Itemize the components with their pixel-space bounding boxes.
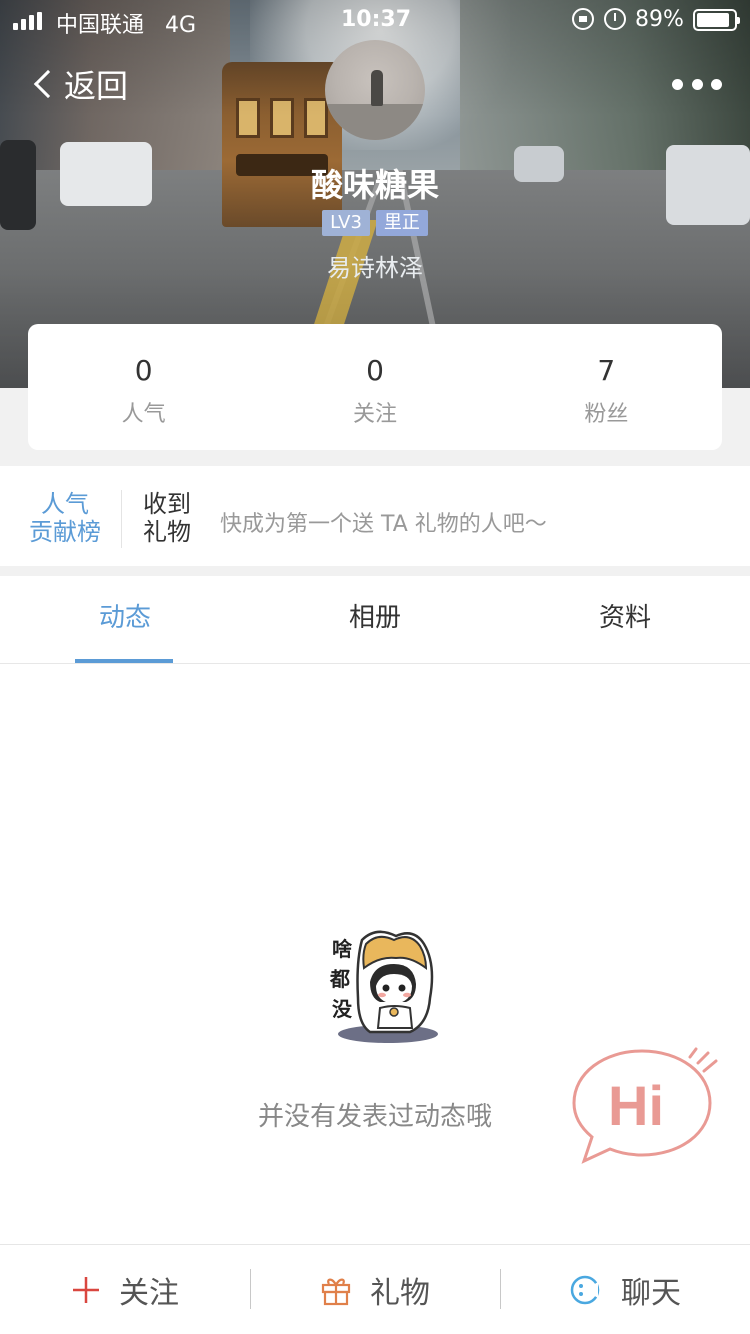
status-time: 10:37 — [341, 7, 412, 32]
rank-link-line: 贡献榜 — [29, 518, 101, 546]
contribution-rank-link[interactable]: 人气 贡献榜 — [28, 490, 102, 546]
stat-following[interactable]: 0 关注 — [259, 324, 490, 450]
hi-chat-bubble[interactable]: Hi — [570, 1045, 720, 1165]
chat-icon — [570, 1275, 600, 1304]
section-divider — [0, 566, 750, 576]
back-button[interactable]: 返回 — [30, 62, 128, 106]
status-bar: 中国联通 4G 10:37 89% — [0, 0, 750, 40]
battery-icon — [693, 9, 740, 31]
follow-label: 关注 — [119, 1275, 179, 1311]
follow-button[interactable]: 关注 — [0, 1245, 250, 1334]
stat-label: 人气 — [121, 402, 166, 427]
gift-label: 礼物 — [370, 1275, 430, 1311]
nickname: 酸味糖果 — [310, 166, 439, 204]
rotation-lock-icon — [572, 8, 594, 30]
hi-text: Hi — [608, 1074, 664, 1137]
chat-label: 聊天 — [621, 1275, 681, 1311]
more-dot-icon — [672, 78, 683, 90]
tab-feed[interactable]: 动态 — [0, 576, 250, 663]
stat-value: 0 — [366, 354, 384, 387]
more-dot-icon — [711, 78, 722, 90]
plus-icon — [73, 1276, 99, 1303]
tab-profile-info[interactable]: 资料 — [500, 576, 750, 663]
badges: LV3 里正 — [0, 210, 750, 236]
rank-link-line: 人气 — [41, 490, 89, 518]
tab-bar: 动态 相册 资料 — [0, 576, 750, 664]
chevron-left-icon — [33, 69, 63, 99]
divider — [121, 490, 122, 548]
gift-hint: 快成为第一个送 TA 礼物的人吧～ — [220, 512, 547, 537]
received-line: 礼物 — [143, 518, 191, 546]
back-label: 返回 — [64, 67, 129, 105]
stat-fans[interactable]: 7 粉丝 — [491, 324, 722, 450]
received-line: 收到 — [143, 490, 191, 518]
stat-popularity[interactable]: 0 人气 — [28, 324, 259, 450]
stat-value: 0 — [134, 354, 153, 387]
more-dot-icon — [691, 78, 703, 90]
received-gifts-label: 收到 礼物 — [143, 490, 195, 546]
rank-badge: 里正 — [375, 210, 428, 236]
bottom-action-bar: 关注 礼物 聊天 — [0, 1244, 750, 1334]
more-options-button[interactable] — [672, 72, 722, 96]
stat-value: 7 — [597, 354, 616, 387]
battery-percent: 89% — [635, 7, 684, 32]
alarm-icon — [604, 8, 626, 30]
tab-album[interactable]: 相册 — [250, 576, 500, 663]
stat-label: 关注 — [352, 402, 397, 427]
gift-section: 人气 贡献榜 收到 礼物 快成为第一个送 TA 礼物的人吧～ — [0, 466, 750, 566]
gift-icon — [321, 1278, 351, 1305]
sticker-char: 啥 — [332, 937, 353, 961]
avatar[interactable] — [325, 40, 425, 140]
sub-name: 易诗林泽 — [327, 254, 423, 282]
stats-card: 0 人气 0 关注 7 粉丝 — [28, 324, 722, 450]
chat-button[interactable]: 聊天 — [500, 1245, 750, 1334]
network-type: 4G — [165, 13, 197, 38]
level-badge: LV3 — [322, 210, 370, 236]
empty-sticker-image: 啥 都 没 — [329, 930, 438, 1043]
sticker-char: 没 — [332, 997, 353, 1021]
gift-button[interactable]: 礼物 — [250, 1245, 500, 1334]
carrier-name: 中国联通 — [56, 13, 145, 38]
stat-label: 粉丝 — [584, 402, 629, 427]
sticker-char: 都 — [329, 967, 350, 991]
